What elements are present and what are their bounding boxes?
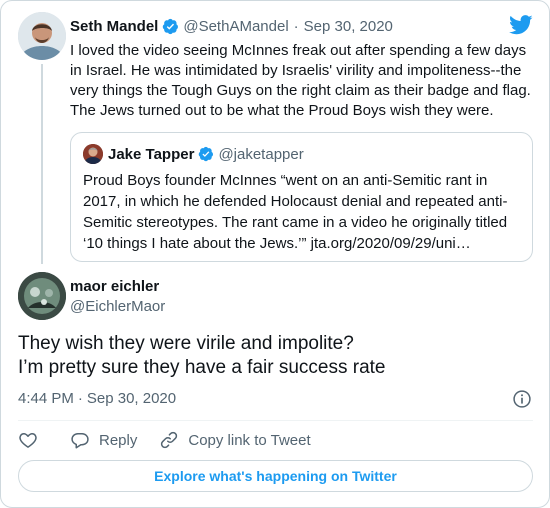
reply-bubble-icon <box>71 433 89 449</box>
tweet-date[interactable]: Sep 30, 2020 <box>87 389 176 409</box>
main-tweet-line-1: They wish they were virile and impolite? <box>18 333 354 354</box>
tweet-actions-bar: Reply Copy link to Tweet <box>18 428 311 452</box>
parent-tweet-header: Seth Mandel @SethAMandel · Sep 30, 2020 <box>70 15 393 37</box>
jake-tapper-avatar <box>83 144 103 164</box>
parent-tweet-text: I loved the video seeing McInnes freak o… <box>70 42 531 119</box>
actions-divider <box>18 420 533 421</box>
reply-button[interactable]: Reply <box>70 430 137 450</box>
verified-badge-icon <box>199 146 214 162</box>
parent-author-handle[interactable]: @SethAMandel <box>183 18 288 35</box>
like-button[interactable] <box>18 430 38 450</box>
quoted-author-name: Jake Tapper <box>108 145 195 163</box>
meta-separator: · <box>77 390 83 407</box>
copy-link-button[interactable]: Copy link to Tweet <box>159 430 311 450</box>
quoted-tweet-text: Proud Boys founder McInnes “went on an a… <box>83 172 508 252</box>
reply-label: Reply <box>99 431 138 449</box>
seth-mandel-avatar[interactable] <box>18 12 66 60</box>
explore-twitter-button[interactable]: Explore what's happening on Twitter <box>18 460 533 492</box>
parent-author-name[interactable]: Seth Mandel <box>70 18 158 35</box>
parent-tweet-date[interactable]: Sep 30, 2020 <box>304 18 393 35</box>
info-icon[interactable] <box>512 389 532 409</box>
twitter-bird-icon[interactable] <box>509 15 533 35</box>
main-tweet-text: They wish they were virile and impolite?… <box>18 332 533 380</box>
main-tweet-line-2: I’m pretty sure they have a fair success… <box>18 357 386 378</box>
tweet-time[interactable]: 4:44 PM <box>18 389 74 409</box>
heart-icon <box>19 433 37 448</box>
thread-connector-line <box>41 64 43 264</box>
copy-link-label: Copy link to Tweet <box>188 431 311 449</box>
meta-separator: · <box>293 17 299 35</box>
maor-eichler-avatar[interactable] <box>18 272 66 320</box>
tweet-timestamp[interactable]: 4:44 PM · Sep 30, 2020 <box>18 389 176 409</box>
quoted-tweet[interactable]: Jake Tapper @jaketapper Proud Boys found… <box>70 132 533 262</box>
quoted-author-handle: @jaketapper <box>218 145 304 163</box>
embedded-tweet-card: Seth Mandel @SethAMandel · Sep 30, 2020 … <box>0 0 550 508</box>
quoted-tweet-header: Jake Tapper @jaketapper <box>108 144 304 164</box>
main-author-handle[interactable]: @EichlerMaor <box>70 297 165 317</box>
main-author-name[interactable]: maor eichler <box>70 277 159 297</box>
link-icon <box>161 431 178 449</box>
verified-badge-icon <box>163 18 179 34</box>
